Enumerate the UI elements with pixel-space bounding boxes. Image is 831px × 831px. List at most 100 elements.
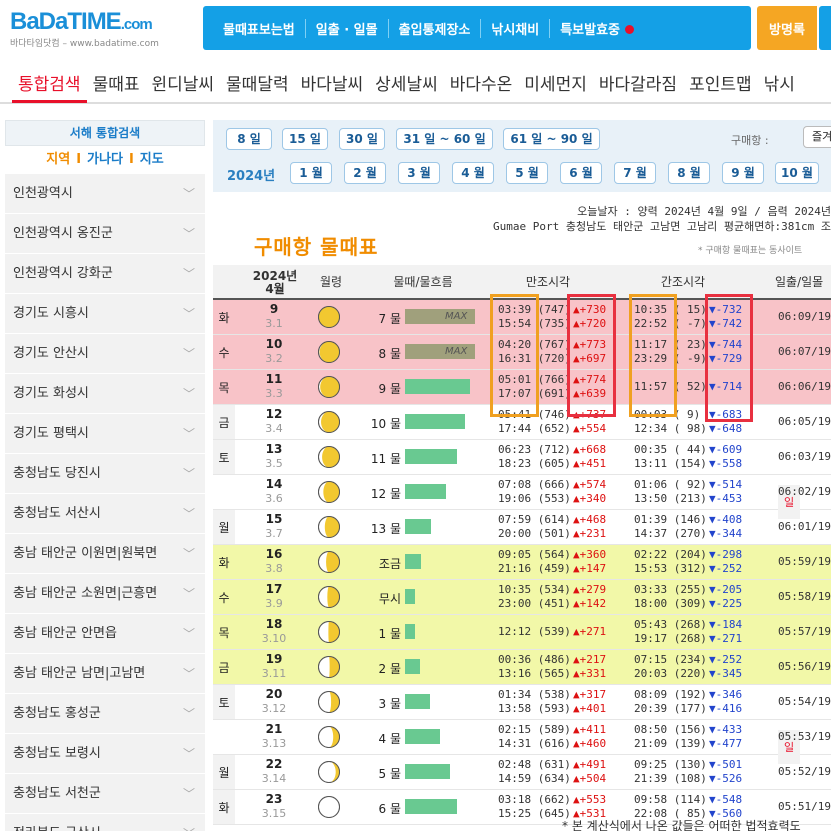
nav-sunrise-sunset[interactable]: 일출 · 일몰 xyxy=(306,18,389,38)
row-tide-name: 2 물 xyxy=(378,662,402,676)
menu-tab-3[interactable]: 물때달력 xyxy=(220,70,295,95)
site-logo[interactable]: BaDaTIME.com 바다타임닷컴 – www.badatime.com xyxy=(10,8,200,49)
table-row[interactable]: 목 11 3.3 9 물 05:01 (766) ▲+774 17:07 (691) ▲+63… xyxy=(213,370,831,405)
menu-tab-10[interactable]: 낚시 xyxy=(758,70,801,95)
month-button-4[interactable]: 4 월 xyxy=(452,162,494,184)
high-diff-2: ▲+340 xyxy=(573,492,607,505)
region-item[interactable]: 충청남도 보령시 ﹀ xyxy=(5,734,205,774)
table-row[interactable]: 월 22 3.14 5 물 02:48 (631) ▲+491 14:59 (634) ▲+5… xyxy=(213,755,831,790)
row-sunrise-sunset: 05:51/19: xyxy=(778,800,831,813)
menu-tab-7[interactable]: 미세먼지 xyxy=(518,70,593,95)
favorite-select[interactable]: 즐겨 xyxy=(803,126,831,148)
region-item[interactable]: 경기도 안산시 ﹀ xyxy=(5,334,205,374)
row-day: 13 xyxy=(265,442,283,456)
menu-tab-1[interactable]: 물때표 xyxy=(87,70,146,95)
region-label: 인천광역시 강화군 xyxy=(13,266,113,281)
region-label: 충청남도 서산시 xyxy=(13,506,101,521)
high-tide-2: 15:54 (735) xyxy=(498,317,571,330)
row-lunar-date: 3.6 xyxy=(265,492,283,505)
row-sunrise-sunset: 05:57/19: xyxy=(778,625,831,638)
table-row[interactable]: 일 21 3.13 4 물 02:15 (589) ▲+411 14:31 (616) ▲+4… xyxy=(213,720,831,764)
region-item[interactable]: 인천광역시 ﹀ xyxy=(5,174,205,214)
month-button-5[interactable]: 5 월 xyxy=(506,162,548,184)
row-tide-name: 8 물 xyxy=(378,347,402,361)
row-day-of-week: 수 xyxy=(218,345,230,360)
menu-tab-9[interactable]: 포인트맵 xyxy=(683,70,758,95)
region-item[interactable]: 경기도 화성시 ﹀ xyxy=(5,374,205,414)
high-diff-1: ▲+730 xyxy=(573,303,607,316)
low-diff-1: ▼-184 xyxy=(709,618,743,631)
menu-tab-5[interactable]: 상세날씨 xyxy=(369,70,444,95)
region-item[interactable]: 충청남도 서천군 ﹀ xyxy=(5,774,205,814)
low-tide-1: 03:33 (255) xyxy=(634,583,707,596)
row-lunar-date: 3.11 xyxy=(261,667,287,680)
range-30-days[interactable]: 30 일 xyxy=(339,128,385,150)
nav-weather-alert[interactable]: 특보발효중 xyxy=(550,19,644,38)
menu-tab-6[interactable]: 바다수온 xyxy=(444,70,519,95)
region-item[interactable]: 경기도 평택시 ﹀ xyxy=(5,414,205,454)
table-row[interactable]: 목 18 3.10 1 물 12:12 (539) ▲+271 05:43 (268) ▼-1… xyxy=(213,615,831,650)
month-button-7[interactable]: 7 월 xyxy=(614,162,656,184)
month-button-8[interactable]: 8 월 xyxy=(668,162,710,184)
region-item[interactable]: 충청남도 홍성군 ﹀ xyxy=(5,694,205,734)
nav-restricted-area[interactable]: 출입통제장소 xyxy=(389,18,482,38)
range-15-days[interactable]: 15 일 xyxy=(282,128,328,150)
region-item[interactable]: 충청남도 서산시 ﹀ xyxy=(5,494,205,534)
high-tide-1: 01:34 (538) xyxy=(498,688,571,701)
table-row[interactable]: 월 15 3.7 13 물 07:59 (614) ▲+468 20:00 (501) ▲+2… xyxy=(213,510,831,545)
region-item[interactable]: 충남 태안군 남면|고남면 ﹀ xyxy=(5,654,205,694)
chevron-down-icon: ﹀ xyxy=(182,507,195,521)
moon-phase-icon xyxy=(317,515,341,539)
month-button-3[interactable]: 3 월 xyxy=(398,162,440,184)
row-day: 12 xyxy=(265,407,283,421)
month-button-1[interactable]: 1 월 xyxy=(290,162,332,184)
table-row[interactable]: 토 13 3.5 11 물 06:23 (712) ▲+668 18:23 (605) ▲+4… xyxy=(213,440,831,475)
nav-tide-guide[interactable]: 물때표보는법 xyxy=(213,18,306,38)
table-row[interactable]: 수 10 3.2 8 물 MAX 04:20 (767) ▲+773 16:31 (720) ▲… xyxy=(213,335,831,370)
filter-region[interactable]: 지역 xyxy=(46,152,70,167)
filter-map[interactable]: 지도 xyxy=(140,152,164,167)
menu-tab-2[interactable]: 윈디날씨 xyxy=(145,70,220,95)
high-diff-2: ▲+231 xyxy=(573,527,607,540)
table-row[interactable]: 화 16 3.8 조금 09:05 (564) ▲+360 21:16 (459) ▲+147… xyxy=(213,545,831,580)
next-nav-edge[interactable] xyxy=(819,6,831,50)
table-row[interactable]: 금 12 3.4 10 물 05:41 (746) ▲+737 17:44 (652) ▲+5… xyxy=(213,405,831,440)
region-item[interactable]: 전라북도 군산시 ﹀ xyxy=(5,814,205,831)
filter-alphabetical[interactable]: 가나다 xyxy=(87,152,123,167)
table-row[interactable]: 금 19 3.11 2 물 00:36 (486) ▲+217 13:16 (565) ▲+3… xyxy=(213,650,831,685)
region-item[interactable]: 충청남도 당진시 ﹀ xyxy=(5,454,205,494)
low-diff-1: ▼-732 xyxy=(709,303,743,316)
month-button-2[interactable]: 2 월 xyxy=(344,162,386,184)
table-row[interactable]: 화 9 3.1 7 물 MAX 03:39 (747) ▲+730 15:54 (735) ▲+… xyxy=(213,300,831,335)
menu-tab-0[interactable]: 통합검색 xyxy=(12,70,87,103)
region-label: 경기도 화성시 xyxy=(13,386,89,401)
low-diff-1: ▼-346 xyxy=(709,688,743,701)
month-button-10[interactable]: 10 월 xyxy=(775,162,819,184)
chevron-down-icon: ﹀ xyxy=(182,747,195,761)
low-diff-2: ▼-271 xyxy=(709,632,743,645)
range-31-60-days[interactable]: 31 일 ~ 60 일 xyxy=(396,128,493,150)
region-item[interactable]: 충남 태안군 이원면|원북면 ﹀ xyxy=(5,534,205,574)
region-item[interactable]: 충남 태안군 소원면|근흥면 ﹀ xyxy=(5,574,205,614)
menu-tab-4[interactable]: 바다날씨 xyxy=(295,70,370,95)
region-item[interactable]: 인천광역시 옹진군 ﹀ xyxy=(5,214,205,254)
row-sunrise-sunset: 06:01/19: xyxy=(778,520,831,533)
max-label: MAX xyxy=(445,346,468,357)
high-tide-1: 03:18 (662) xyxy=(498,793,571,806)
region-item[interactable]: 경기도 시흥시 ﹀ xyxy=(5,294,205,334)
region-item[interactable]: 인천광역시 강화군 ﹀ xyxy=(5,254,205,294)
table-row[interactable]: 토 20 3.12 3 물 01:34 (538) ▲+317 13:58 (593) ▲+4… xyxy=(213,685,831,720)
nav-fishing-gear[interactable]: 낚시채비 xyxy=(481,18,551,38)
table-row[interactable]: 수 17 3.9 무시 10:35 (534) ▲+279 23:00 (451) ▲+142… xyxy=(213,580,831,615)
high-tide-2: 18:23 (605) xyxy=(498,457,571,470)
region-item[interactable]: 충남 태안군 안면읍 ﹀ xyxy=(5,614,205,654)
high-diff-2: ▲+147 xyxy=(573,562,607,575)
month-button-9[interactable]: 9 월 xyxy=(722,162,764,184)
range-8-days[interactable]: 8 일 xyxy=(226,128,272,150)
range-61-90-days[interactable]: 61 일 ~ 90 일 xyxy=(503,128,600,150)
table-row[interactable]: 일 14 3.6 12 물 07:08 (666) ▲+574 19:06 (553) ▲+3… xyxy=(213,475,831,519)
high-tide-2: 14:59 (634) xyxy=(498,772,571,785)
guestbook-button[interactable]: 방명록 xyxy=(757,6,817,50)
month-button-6[interactable]: 6 월 xyxy=(560,162,602,184)
menu-tab-8[interactable]: 바다갈라짐 xyxy=(593,70,683,95)
